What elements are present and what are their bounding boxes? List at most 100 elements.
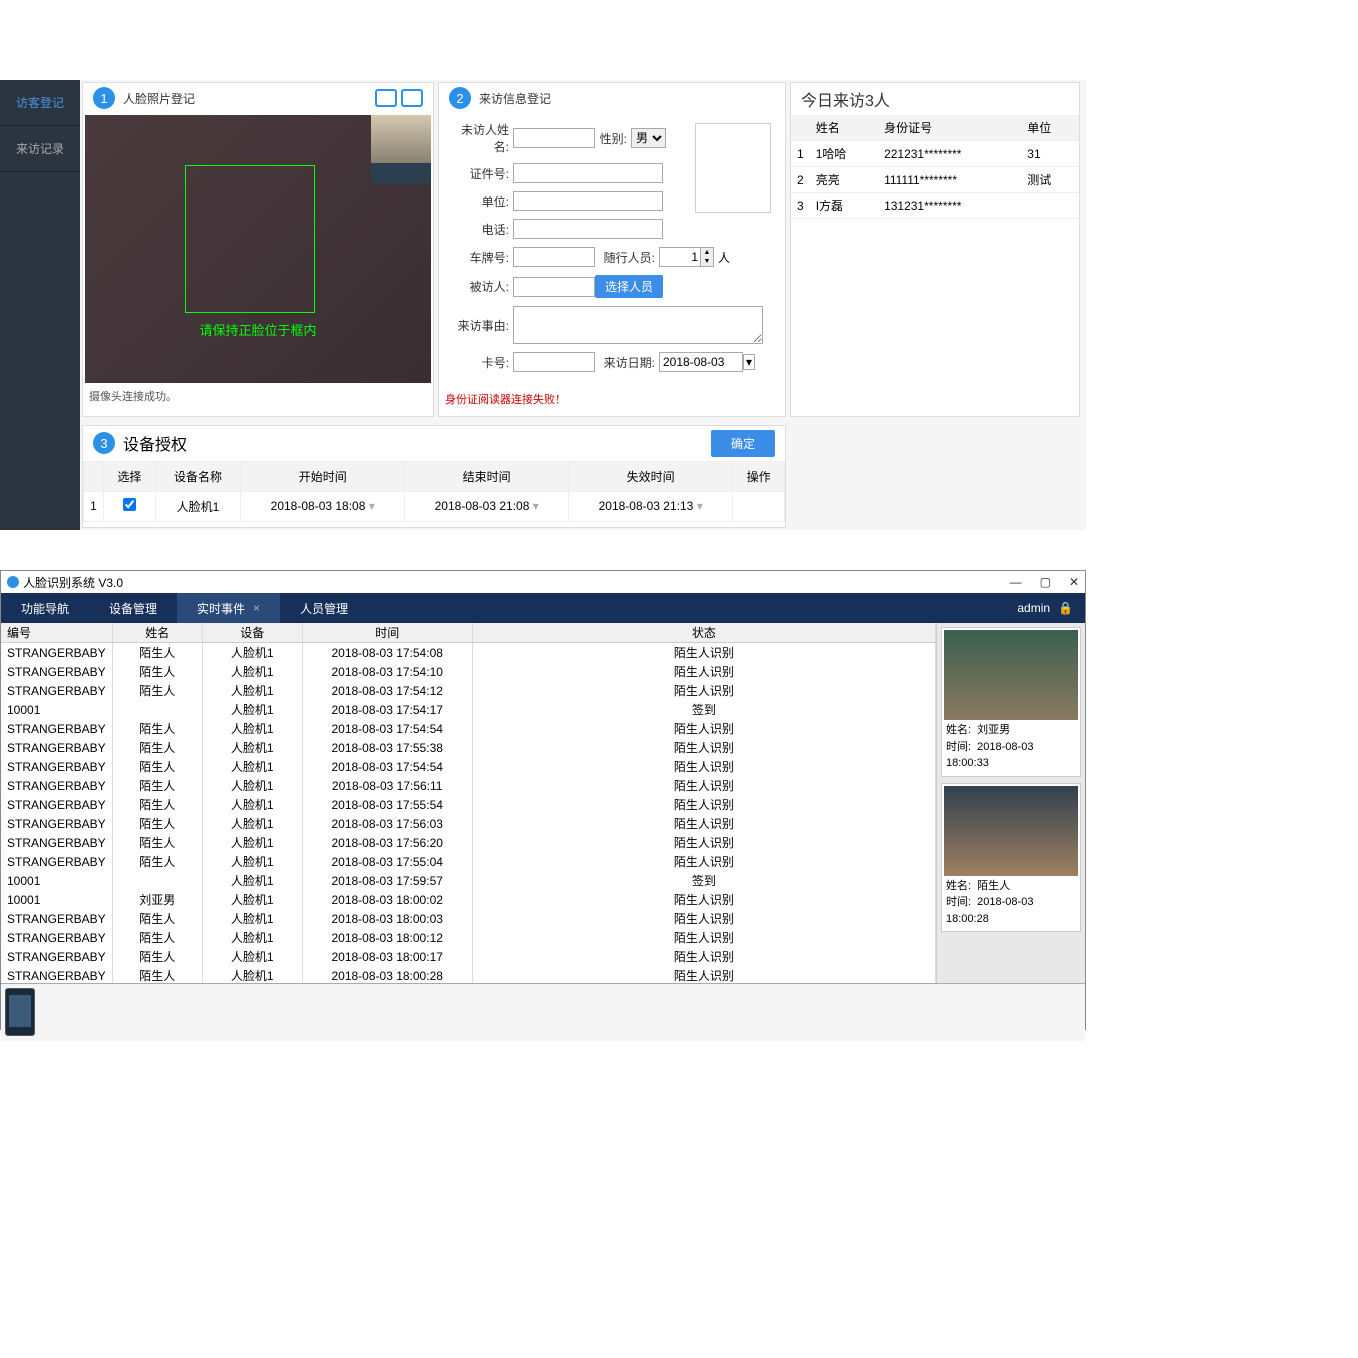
- events-table: 编号 姓名 设备 时间 状态 STRANGERBABY陌生人人脸机12018-0…: [1, 623, 936, 983]
- menubar: 功能导航设备管理实时事件×人员管理 admin 🔒: [1, 593, 1085, 623]
- sidebar-item-register[interactable]: 访客登记: [0, 80, 80, 126]
- table-row[interactable]: STRANGERBABY陌生人人脸机12018-08-03 17:56:03陌生…: [1, 814, 936, 833]
- card-input[interactable]: [513, 352, 595, 372]
- card-meta: 姓名: 陌生人时间: 2018-08-03 18:00:28: [944, 876, 1078, 930]
- col-expire: 失效时间: [569, 461, 733, 491]
- phone-input[interactable]: [513, 219, 663, 239]
- camera-icon[interactable]: [375, 89, 397, 107]
- tab-设备管理[interactable]: 设备管理: [89, 593, 177, 623]
- folder-icon[interactable]: [401, 89, 423, 107]
- col-name: 设备名称: [155, 461, 240, 491]
- table-row[interactable]: STRANGERBABY陌生人人脸机12018-08-03 17:54:54陌生…: [1, 719, 936, 738]
- gender-select[interactable]: 男: [631, 128, 666, 148]
- app-icon: [7, 576, 19, 588]
- camera-preview: 请保持正脸位于框内: [85, 115, 431, 383]
- label-idno: 证件号:: [449, 165, 509, 182]
- window-titlebar: 人脸识别系统 V3.0 — ▢ ✕: [1, 571, 1085, 593]
- device-icon[interactable]: [5, 988, 35, 1036]
- reason-input[interactable]: [513, 306, 763, 344]
- calendar-icon[interactable]: ▾: [743, 354, 755, 370]
- spinner-up[interactable]: ▲: [701, 248, 713, 257]
- device-checkbox[interactable]: [123, 498, 136, 511]
- face-recognition-app: 人脸识别系统 V3.0 — ▢ ✕ 功能导航设备管理实时事件×人员管理 admi…: [0, 570, 1086, 1030]
- col-id: 编号: [1, 623, 112, 643]
- plate-input[interactable]: [513, 247, 595, 267]
- panel-title: 今日来访3人: [791, 83, 1079, 115]
- table-row[interactable]: STRANGERBABY陌生人人脸机12018-08-03 17:54:08陌生…: [1, 643, 936, 663]
- card-meta: 姓名: 刘亚男时间: 2018-08-03 18:00:33: [944, 720, 1078, 774]
- table-row[interactable]: STRANGERBABY陌生人人脸机12018-08-03 17:55:54陌生…: [1, 795, 936, 814]
- table-row[interactable]: STRANGERBABY陌生人人脸机12018-08-03 18:00:28陌生…: [1, 966, 936, 983]
- events-sidebar: 姓名: 刘亚男时间: 2018-08-03 18:00:33 姓名: 陌生人时间:…: [937, 623, 1085, 983]
- username: admin: [1017, 601, 1050, 615]
- minimize-button[interactable]: —: [1010, 575, 1022, 589]
- select-person-button[interactable]: 选择人员: [595, 275, 663, 298]
- close-button[interactable]: ✕: [1069, 575, 1079, 589]
- table-row[interactable]: STRANGERBABY陌生人人脸机12018-08-03 17:54:12陌生…: [1, 681, 936, 700]
- events-table-wrap[interactable]: 编号 姓名 设备 时间 状态 STRANGERBABY陌生人人脸机12018-0…: [1, 623, 937, 983]
- maximize-button[interactable]: ▢: [1040, 575, 1051, 589]
- col-select: 选择: [104, 461, 156, 491]
- table-row[interactable]: STRANGERBABY陌生人人脸机12018-08-03 18:00:17陌生…: [1, 947, 936, 966]
- event-card[interactable]: 姓名: 陌生人时间: 2018-08-03 18:00:28: [941, 783, 1081, 933]
- label-reason: 来访事由:: [449, 317, 509, 334]
- lock-icon[interactable]: 🔒: [1058, 601, 1073, 615]
- table-header-row: 姓名身份证号单位: [791, 115, 1079, 141]
- table-row[interactable]: 3I方磊131231********: [791, 193, 1079, 219]
- col-start: 开始时间: [241, 461, 405, 491]
- follow-count-stepper[interactable]: ▲▼: [659, 247, 714, 267]
- tab-实时事件[interactable]: 实时事件×: [177, 593, 280, 623]
- table-row[interactable]: STRANGERBABY陌生人人脸机12018-08-03 18:00:12陌生…: [1, 928, 936, 947]
- table-row[interactable]: 11哈哈221231********31: [791, 141, 1079, 167]
- table-header-row: 选择设备名称开始时间结束时间失效时间操作: [84, 461, 785, 491]
- visit-date-input[interactable]: [659, 352, 743, 372]
- table-row[interactable]: STRANGERBABY陌生人人脸机12018-08-03 17:54:10陌生…: [1, 662, 936, 681]
- table-row[interactable]: STRANGERBABY陌生人人脸机12018-08-03 17:54:54陌生…: [1, 757, 936, 776]
- idno-input[interactable]: [513, 163, 663, 183]
- face-photo-panel: 1 人脸照片登记 请保持正脸位于框内 摄像头连接成功。: [82, 82, 434, 417]
- face-image: [944, 630, 1078, 720]
- visited-input[interactable]: [513, 277, 595, 297]
- user-area: admin 🔒: [1005, 593, 1085, 623]
- table-row[interactable]: STRANGERBABY陌生人人脸机12018-08-03 17:56:11陌生…: [1, 776, 936, 795]
- confirm-button[interactable]: 确定: [711, 430, 775, 457]
- close-tab-icon[interactable]: ×: [253, 601, 260, 615]
- col-end: 结束时间: [405, 461, 569, 491]
- table-row[interactable]: STRANGERBABY陌生人人脸机12018-08-03 18:00:03陌生…: [1, 909, 936, 928]
- col-status: 状态: [472, 623, 935, 643]
- table-row[interactable]: 10001人脸机12018-08-03 17:59:57签到: [1, 871, 936, 890]
- panel-header: 1 人脸照片登记: [83, 83, 433, 113]
- tab-功能导航[interactable]: 功能导航: [1, 593, 89, 623]
- camera-hint: 请保持正脸位于框内: [85, 320, 431, 339]
- event-card[interactable]: 姓名: 刘亚男时间: 2018-08-03 18:00:33: [941, 627, 1081, 777]
- idreader-status: 身份证阅读器连接失败！: [439, 388, 785, 410]
- step-badge: 2: [449, 87, 471, 109]
- table-row[interactable]: STRANGERBABY陌生人人脸机12018-08-03 17:55:38陌生…: [1, 738, 936, 757]
- col-company: 单位: [1021, 115, 1079, 141]
- label-gender: 性别:: [595, 130, 627, 147]
- table-row[interactable]: STRANGERBABY陌生人人脸机12018-08-03 17:55:04陌生…: [1, 852, 936, 871]
- panel-title: 设备授权: [123, 431, 187, 455]
- follow-count-input[interactable]: [660, 248, 700, 266]
- table-row[interactable]: 1人脸机12018-08-03 18:08 ▾2018-08-03 21:08 …: [84, 491, 785, 521]
- table-row[interactable]: 10001人脸机12018-08-03 17:54:17签到: [1, 700, 936, 719]
- visitor-name-input[interactable]: [513, 128, 595, 148]
- col-id: 身份证号: [878, 115, 1021, 141]
- col-op: 操作: [733, 461, 785, 491]
- table-row[interactable]: 10001刘亚男人脸机12018-08-03 18:00:02陌生人识别: [1, 890, 936, 909]
- device-strip: [1, 983, 1085, 1041]
- label-visit-date: 来访日期:: [595, 354, 655, 371]
- step-badge: 3: [93, 432, 115, 454]
- step-badge: 1: [93, 87, 115, 109]
- device-table: 选择设备名称开始时间结束时间失效时间操作 1人脸机12018-08-03 18:…: [83, 461, 785, 522]
- main-content: 1 人脸照片登记 请保持正脸位于框内 摄像头连接成功。 2 来访信息登记: [80, 80, 1086, 530]
- table-header-row: 编号 姓名 设备 时间 状态: [1, 623, 936, 643]
- table-row[interactable]: STRANGERBABY陌生人人脸机12018-08-03 17:56:20陌生…: [1, 833, 936, 852]
- tab-人员管理[interactable]: 人员管理: [280, 593, 368, 623]
- company-input[interactable]: [513, 191, 663, 211]
- spinner-down[interactable]: ▼: [701, 257, 713, 266]
- sidebar-item-records[interactable]: 来访记录: [0, 126, 80, 172]
- camera-toolbar: [375, 89, 423, 107]
- col-time: 时间: [302, 623, 472, 643]
- table-row[interactable]: 2亮亮111111********测试: [791, 167, 1079, 193]
